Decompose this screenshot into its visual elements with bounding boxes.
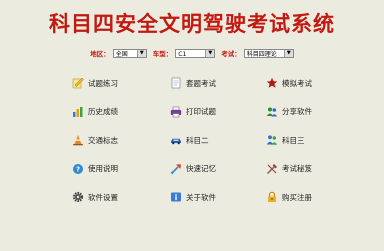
- tools-icon: [266, 163, 277, 174]
- help-icon: ?: [73, 163, 83, 174]
- dropdown-arrow-icon[interactable]: ▼: [136, 49, 146, 57]
- filter-bar: 地区： 全国 ▼ 车型： C1 ▼ 考试： 科目四理论 ▼: [0, 48, 384, 58]
- exam-value: 科目四理论: [246, 50, 277, 58]
- menu-item-quick-memory[interactable]: 快速记忆: [170, 162, 266, 176]
- menu-item-instructions[interactable]: ? 使用说明: [72, 162, 170, 176]
- menu-item-print[interactable]: 打印试题: [170, 105, 266, 119]
- exam-label: 考试：: [221, 50, 241, 58]
- traffic-cone-icon: [73, 135, 83, 146]
- menu-item-label: 模拟考试: [282, 78, 312, 88]
- menu-item-label: 关于软件: [186, 192, 216, 202]
- lock-icon: [268, 191, 276, 202]
- menu-item-label: 科目三: [282, 135, 305, 145]
- car-type-select[interactable]: C1 ▼: [175, 48, 216, 58]
- info-icon: [171, 192, 181, 202]
- car-type-label: 车型：: [152, 50, 173, 58]
- region-filter: 地区： 全国 ▼: [90, 48, 147, 58]
- menu-item-label: 分享软件: [282, 107, 312, 116]
- menu-item-set-exam[interactable]: 套题考试: [170, 76, 266, 90]
- printer-icon: [170, 106, 182, 117]
- menu-item-mock-exam[interactable]: 模拟考试: [266, 76, 332, 90]
- pencil-icon: [72, 77, 84, 89]
- menu-item-about[interactable]: 关于软件: [170, 190, 266, 204]
- menu-item-register[interactable]: 购买注册: [266, 190, 332, 204]
- region-value: 全国: [115, 50, 128, 58]
- gear-icon: [72, 191, 84, 203]
- menu-item-label: 软件设置: [88, 192, 118, 202]
- menu-item-label: 快速记忆: [186, 164, 216, 173]
- exam-filter: 考试： 科目四理论 ▼: [221, 48, 294, 58]
- menu-item-label: 历史成绩: [88, 107, 118, 116]
- svg-text:?: ?: [76, 165, 80, 173]
- menu-item-label: 交通标志: [88, 135, 118, 145]
- arrow-icon: [170, 163, 181, 174]
- app-title: 科目四安全文明驾驶考试系统: [49, 11, 335, 36]
- car-type-value: C1: [178, 50, 187, 58]
- menu-item-label: 购买注册: [282, 192, 312, 202]
- dropdown-arrow-icon[interactable]: ▼: [283, 49, 293, 57]
- menu-item-label: 使用说明: [88, 164, 118, 173]
- menu-item-practice[interactable]: 试题练习: [72, 76, 170, 90]
- bar-chart-icon: [73, 106, 83, 117]
- people-icon: [266, 135, 278, 145]
- menu-item-label: 打印试题: [186, 107, 216, 116]
- car-icon: [171, 138, 181, 145]
- star-icon: [266, 77, 278, 88]
- car-type-filter: 车型： C1 ▼: [153, 48, 216, 58]
- dropdown-arrow-icon[interactable]: ▼: [205, 49, 215, 57]
- menu-item-label: 试题练习: [88, 78, 118, 88]
- menu-item-share[interactable]: 分享软件: [266, 105, 332, 119]
- menu-item-label: 考试秘笈: [282, 164, 312, 173]
- menu-item-label: 科目二: [186, 135, 209, 145]
- main-menu: 试题练习 套题考试 模拟考试 历史成绩 打印试题 分享软件 交通标志 科目二 科…: [72, 76, 332, 219]
- region-label: 地区：: [90, 50, 110, 58]
- exam-select[interactable]: 科目四理论 ▼: [243, 48, 294, 58]
- menu-item-settings[interactable]: 软件设置: [72, 190, 170, 204]
- menu-item-label: 套题考试: [186, 78, 216, 88]
- menu-item-subject-three[interactable]: 科目三: [266, 133, 332, 147]
- menu-item-exam-tips[interactable]: 考试秘笈: [266, 162, 332, 176]
- users-icon: [266, 107, 278, 116]
- menu-item-history[interactable]: 历史成绩: [72, 105, 170, 119]
- region-select[interactable]: 全国 ▼: [112, 48, 147, 58]
- menu-item-traffic-signs[interactable]: 交通标志: [72, 133, 170, 147]
- menu-item-subject-two[interactable]: 科目二: [170, 133, 266, 147]
- document-icon: [171, 77, 181, 89]
